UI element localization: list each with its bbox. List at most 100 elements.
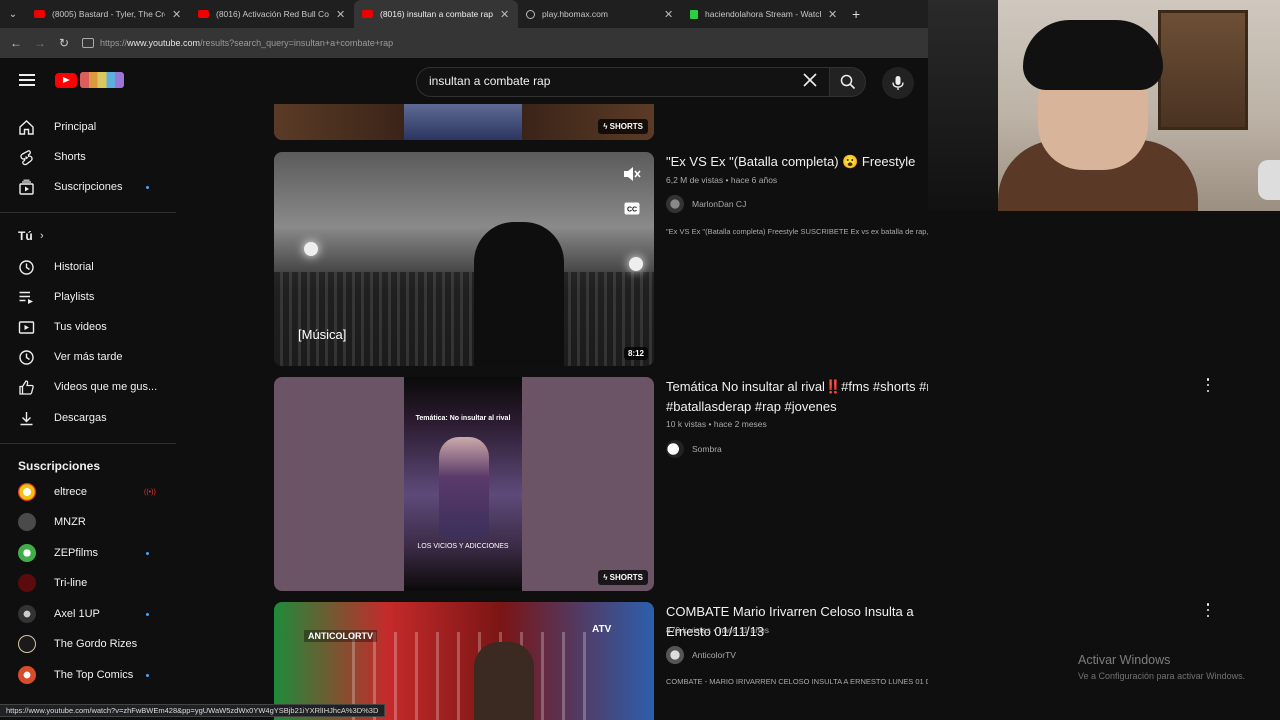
channel-link[interactable]: MarlonDan CJ: [666, 195, 746, 213]
sidebar-item-label: The Top Comics: [54, 669, 134, 681]
close-tab-icon[interactable]: ✕: [664, 8, 674, 21]
browser-tab[interactable]: (8005) Bastard - Tyler, The Crea ✕: [26, 0, 190, 28]
menu-hamburger-icon[interactable]: [19, 74, 35, 86]
sidebar-item-label: Ver más tarde: [54, 351, 123, 363]
shorts-icon: [20, 149, 33, 165]
video-thumbnail[interactable]: ANTICOLORTV ATV: [274, 602, 654, 720]
video-meta: 6,2 M de vistas • hace 6 años: [666, 175, 778, 185]
sidebar-item-label: eltrece: [54, 486, 88, 498]
video-thumbnail[interactable]: CC [Música] 8:12: [274, 152, 654, 366]
search-button[interactable]: [830, 67, 866, 97]
new-tab-plus-icon[interactable]: +: [852, 6, 860, 22]
browser-tab[interactable]: play.hbomax.com ✕: [518, 0, 682, 28]
channel-link[interactable]: Sombra: [666, 440, 722, 458]
video-title[interactable]: Temática No insultar al rival‼️#fms #sho…: [666, 377, 928, 417]
sidebar-item-label: Videos que me gus...: [54, 381, 158, 393]
avatar: [18, 605, 36, 623]
forward-arrow-icon[interactable]: →: [28, 36, 52, 50]
url-field[interactable]: https://www.youtube.com/results?search_q…: [82, 38, 393, 48]
channel-avatar: [666, 646, 684, 664]
sidebar-sub-axel-1up[interactable]: Axel 1UP: [0, 599, 176, 629]
channel-avatar: [666, 440, 684, 458]
video-description: "Ex VS Ex "(Batalla completa) Freestyle …: [666, 227, 928, 236]
avatar: [18, 635, 36, 653]
avatar: [18, 666, 36, 684]
tab-search-chevron-icon[interactable]: ⌄: [0, 0, 26, 28]
shorts-badge-label: SHORTS: [609, 122, 643, 131]
browser-tab-active[interactable]: (8016) insultan a combate rap ✕: [354, 0, 518, 28]
reload-icon[interactable]: ↻: [52, 36, 76, 50]
sidebar-sub-the-top-comics[interactable]: The Top Comics: [0, 660, 176, 690]
sidebar-item-historial[interactable]: Historial: [0, 252, 176, 282]
sidebar-item-suscripciones[interactable]: Suscripciones: [0, 172, 176, 202]
sidebar-sub-eltrece[interactable]: eltrece ((•)): [0, 477, 176, 507]
mute-icon[interactable]: [622, 166, 642, 182]
shorts-badge-label: SHORTS: [609, 573, 643, 582]
sidebar-item-liked-videos[interactable]: Videos que me gus...: [0, 372, 176, 402]
new-content-dot: [146, 551, 149, 555]
closed-captions-icon[interactable]: CC: [624, 202, 640, 215]
sidebar-sub-zepfilms[interactable]: ZEPfilms: [0, 538, 176, 568]
sidebar-sub-mnzr[interactable]: MNZR: [0, 507, 176, 537]
sidebar-sub-tri-line[interactable]: Tri-line: [0, 568, 176, 598]
thumb-text-top: Temática: No insultar al rival: [415, 415, 511, 422]
channel-avatar: [666, 195, 684, 213]
sidebar-item-tus-videos[interactable]: Tus videos: [0, 312, 176, 342]
url-path: /results?search_query=insultan+a+combate…: [200, 38, 394, 48]
you-heading: Tú: [18, 229, 33, 243]
thumbs-up-icon: [19, 379, 34, 395]
close-tab-icon[interactable]: ✕: [828, 8, 838, 21]
close-tab-icon[interactable]: ✕: [172, 8, 182, 21]
site-info-icon[interactable]: [82, 38, 94, 48]
close-tab-icon[interactable]: ✕: [500, 8, 510, 21]
youtube-doodle-logo[interactable]: [80, 72, 124, 88]
sidebar-item-playlists[interactable]: Playlists: [0, 282, 176, 312]
browser-tab[interactable]: haciendolahora Stream - Watch ✕: [682, 0, 846, 28]
globe-icon: [526, 9, 535, 19]
youtube-logo[interactable]: [55, 73, 77, 88]
video-description: COMBATE - MARIO IRIVARREN CELOSO INSULTA…: [666, 677, 928, 686]
channel-link[interactable]: AnticolorTV: [666, 646, 736, 664]
back-arrow-icon[interactable]: ←: [4, 36, 28, 50]
svg-text:CC: CC: [627, 207, 637, 214]
more-actions-kebab-icon[interactable]: [1205, 603, 1211, 617]
download-icon: [20, 411, 33, 425]
video-thumbnail[interactable]: Temática: No insultar al rival LOS VICIO…: [274, 377, 654, 591]
clear-search-icon[interactable]: [802, 72, 818, 88]
close-tab-icon[interactable]: ✕: [336, 8, 346, 21]
video-title[interactable]: "Ex VS Ex "(Batalla completa) 😮 Freestyl…: [666, 152, 915, 172]
search-box: [416, 67, 830, 97]
new-content-dot: [146, 612, 149, 616]
browser-tab[interactable]: (8016) Activación Red Bull Com ✕: [190, 0, 354, 28]
avatar: [18, 574, 36, 592]
youtube-icon: [198, 10, 209, 18]
search-results: ϟ SHORTS CC [Música] 8:12 "Ex VS Ex "(Ba…: [176, 104, 928, 720]
new-content-dot: [146, 673, 149, 677]
video-title[interactable]: COMBATE Mario Irivarren Celoso Insulta a…: [666, 602, 928, 642]
sidebar-item-label: Playlists: [54, 291, 95, 303]
sidebar-sub-the-gordo-rizes[interactable]: The Gordo Rizes: [0, 629, 176, 659]
search-input[interactable]: [429, 74, 789, 88]
channel-name: Sombra: [692, 444, 722, 454]
tab-title: (8016) insultan a combate rap: [380, 9, 493, 19]
subscriptions-icon: [19, 179, 34, 195]
video-thumbnail[interactable]: ϟ SHORTS: [274, 104, 654, 140]
microphone-icon: [892, 76, 904, 90]
youtube-icon: [34, 10, 45, 18]
more-actions-kebab-icon[interactable]: [1205, 378, 1211, 392]
channel-name: MarlonDan CJ: [692, 199, 747, 209]
sidebar-item-descargas[interactable]: Descargas: [0, 403, 176, 433]
search-icon: [840, 74, 855, 90]
duration-badge: 8:12: [623, 347, 648, 360]
link-hover-status: https://www.youtube.com/watch?v=zhFwBWEm…: [0, 704, 386, 717]
sidebar-item-ver-mas-tarde[interactable]: Ver más tarde: [0, 342, 176, 372]
thumb-text-bottom: LOS VICIOS Y ADICCIONES: [417, 543, 509, 550]
sidebar-item-shorts[interactable]: Shorts: [0, 142, 176, 172]
subscriptions-heading: Suscripciones: [18, 459, 101, 473]
sidebar-item-you[interactable]: Tú ›: [0, 221, 176, 251]
sidebar-item-principal[interactable]: Principal: [0, 112, 176, 142]
sidebar-item-label: MNZR: [54, 516, 86, 528]
thumb-logo-text: ANTICOLORTV: [304, 630, 377, 642]
sidebar-item-label: Suscripciones: [54, 181, 123, 193]
voice-search-button[interactable]: [882, 67, 914, 99]
